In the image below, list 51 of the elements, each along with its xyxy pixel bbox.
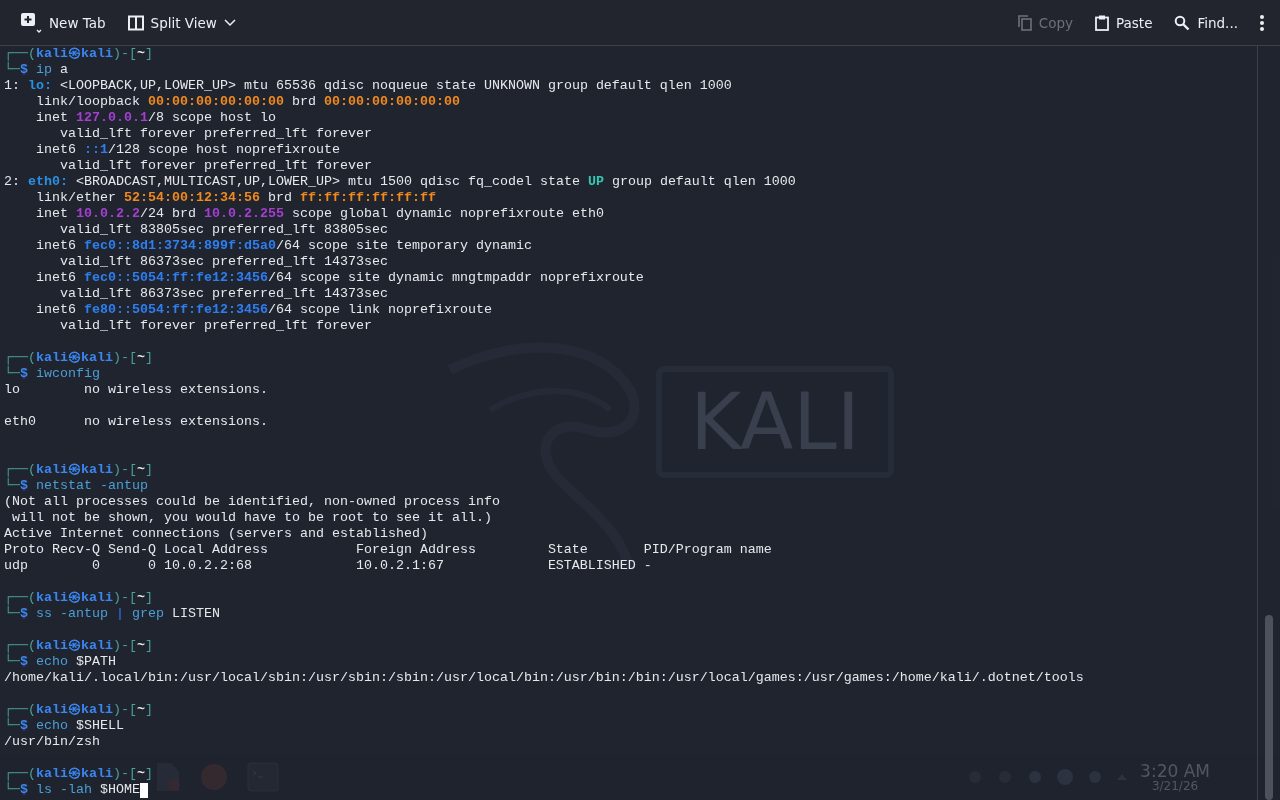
- output-line: inet 10.0.2.2/24 brd 10.0.2.255 scope global dynamic noprefixroute eth0: [35, 206, 604, 222]
- output-line: will not be shown, you would have to be root to see it all.): [11, 510, 492, 526]
- command-line: └─$ echo $SHELL: [4, 718, 124, 734]
- new-tab-icon: [20, 11, 42, 34]
- paste-button[interactable]: Paste: [1089, 8, 1159, 37]
- output-line: valid_lft forever preferred_lft forever: [59, 126, 372, 142]
- output-line: inet6 fec0::5054:ff:fe12:3456/64 scope site dynamic mngtmpaddr noprefixroute: [35, 270, 644, 286]
- output-line: link/ether 52:54:00:12:34:56 brd ff:ff:ff:ff:ff:ff: [35, 190, 436, 206]
- command-line: └─$ ls -lah $HOME: [4, 782, 140, 798]
- command-line: └─$ netstat -antup: [4, 478, 148, 494]
- command-line: └─$ iwconfig: [4, 366, 100, 382]
- output-line: inet6 ::1/128 scope host noprefixroute: [35, 142, 340, 158]
- output-line: Proto Recv-Q Send-Q Local Address Foreign Address State PID/Program name: [4, 542, 772, 558]
- split-view-icon: [127, 14, 144, 31]
- output-line: 1: lo: <LOOPBACK,UP,LOWER_UP> mtu 65536 qdisc noqueue state UNKNOWN group default qlen 1000: [4, 78, 732, 94]
- output-line: valid_lft 83805sec preferred_lft 83805sec: [59, 222, 388, 238]
- output-line: inet6 fec0::8d1:3734:899f:d5a0/64 scope site temporary dynamic: [35, 238, 532, 254]
- copy-icon: [1017, 14, 1032, 31]
- output-line: (Not all processes could be identified, non-owned process info: [4, 494, 500, 510]
- new-tab-button[interactable]: New Tab: [14, 5, 112, 40]
- output-line: lo no wireless extensions.: [4, 382, 268, 398]
- output-line: valid_lft 86373sec preferred_lft 14373sec: [59, 254, 388, 270]
- chevron-down-icon: [223, 18, 236, 27]
- command-line: └─$ ss -antup | grep LISTEN: [4, 606, 220, 622]
- prompt-line: ┌──(kali㉿kali)-[~]: [4, 462, 153, 478]
- output-line: eth0 no wireless extensions.: [4, 414, 268, 430]
- output-line: /home/kali/.local/bin:/usr/local/sbin:/usr/sbin:/sbin:/usr/local/bin:/usr/bin:/bin:/usr/local/games:/usr/games:/home/kali/.dotnet/tools: [4, 670, 1084, 686]
- split-button[interactable]: Split View: [121, 8, 242, 37]
- scrollbar-thumb[interactable]: [1265, 615, 1273, 800]
- output-line: udp 0 0 10.0.2.2:68 10.0.2.1:67 ESTABLISHED -: [4, 558, 652, 574]
- output-line: valid_lft 86373sec preferred_lft 14373sec: [59, 286, 388, 302]
- command-line: └─$ echo $PATH: [4, 654, 116, 670]
- output-line: valid_lft forever preferred_lft forever: [59, 158, 372, 174]
- prompt-line: ┌──(kali㉿kali)-[~]: [4, 46, 153, 62]
- prompt-line: ┌──(kali㉿kali)-[~]: [4, 638, 153, 654]
- output-line: Active Internet connections (servers and established): [4, 526, 428, 542]
- find-button[interactable]: Find...: [1168, 8, 1244, 37]
- prompt-line: ┌──(kali㉿kali)-[~]: [4, 702, 153, 718]
- output-line: 2: eth0: <BROADCAST,MULTICAST,UP,LOWER_UP> mtu 1500 qdisc fq_codel state UP group default qlen 1000: [4, 174, 796, 190]
- kebab-menu-icon: [1260, 14, 1264, 31]
- prompt-line: ┌──(kali㉿kali)-[~]: [4, 350, 153, 366]
- output-line: valid_lft forever preferred_lft forever: [59, 318, 372, 334]
- output-line: link/loopback 00:00:00:00:00:00 brd 00:00:00:00:00:00: [35, 94, 460, 110]
- prompt-line: ┌──(kali㉿kali)-[~]: [4, 766, 153, 782]
- output-line: inet 127.0.0.1/8 scope host lo: [35, 110, 276, 126]
- output-line: /usr/bin/zsh: [4, 734, 100, 750]
- prompt-line: ┌──(kali㉿kali)-[~]: [4, 590, 153, 606]
- clipboard-icon: [1095, 14, 1109, 31]
- command-line: └─$ ip a: [4, 62, 68, 78]
- output-line: inet6 fe80::5054:ff:fe12:3456/64 scope link noprefixroute: [35, 302, 492, 318]
- search-icon: [1174, 14, 1191, 31]
